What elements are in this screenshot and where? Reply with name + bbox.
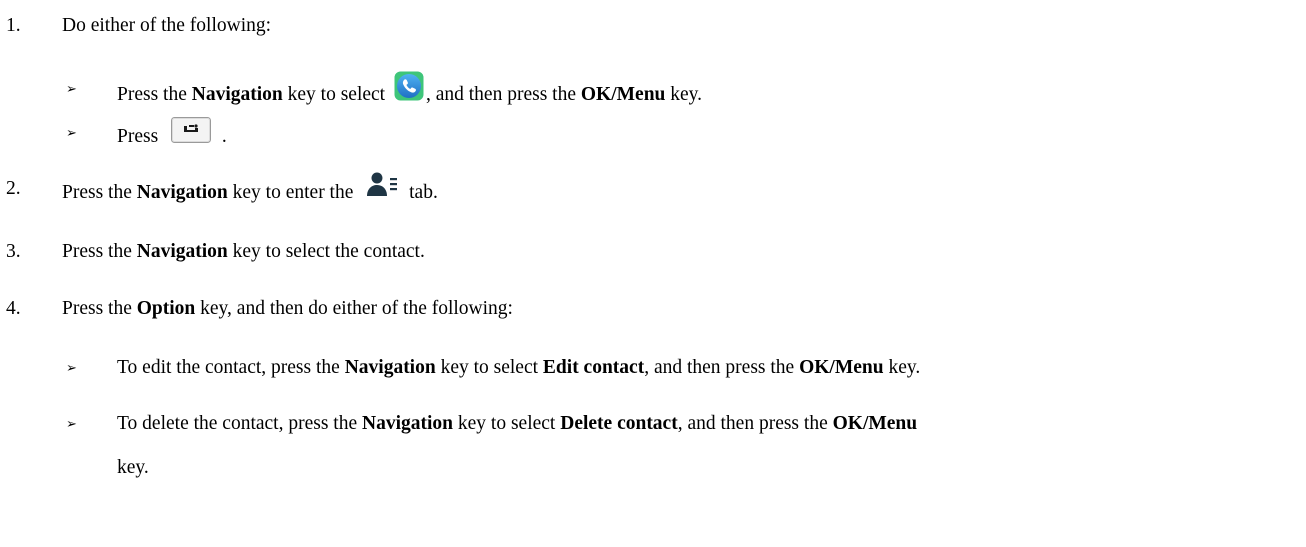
handset-key-icon (171, 117, 212, 150)
step-number: 3. (6, 241, 21, 262)
bullet-arrow: ➢ (66, 417, 77, 432)
step-text: Press the Navigation key to enter the ta… (62, 172, 438, 210)
substep-text: To edit the contact, press the Navigatio… (117, 357, 921, 378)
step-number: 4. (6, 298, 21, 319)
step-text: Do either of the following: (62, 15, 272, 36)
substep-text: Press . (117, 117, 227, 154)
bullet-arrow: ➢ (66, 126, 77, 141)
step-number: 2. (6, 178, 21, 199)
contacts-icon (366, 171, 398, 204)
phone-icon (394, 71, 424, 108)
substep-text: To delete the contact, press the Navigat… (117, 413, 918, 434)
bullet-arrow: ➢ (66, 82, 77, 97)
step-number: 1. (6, 15, 21, 36)
bullet-arrow: ➢ (66, 361, 77, 376)
step-text: Press the Option key, and then do either… (62, 298, 513, 319)
step-text: Press the Navigation key to select the c… (62, 241, 425, 262)
substep-text: Press the Navigation key to select , and… (117, 71, 702, 114)
substep-text: key. (117, 457, 149, 478)
